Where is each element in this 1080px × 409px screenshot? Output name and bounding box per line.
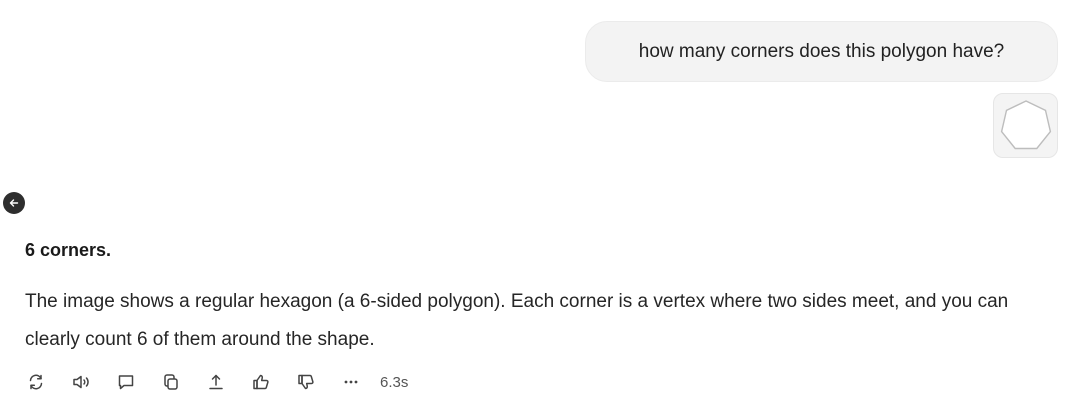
thumbs-up-button[interactable] — [247, 368, 275, 396]
image-attachment-thumbnail[interactable] — [993, 93, 1058, 158]
answer-title: 6 corners. — [25, 240, 112, 260]
heptagon-image — [1000, 99, 1051, 149]
response-toolbar: 6.3s — [22, 368, 408, 396]
share-icon — [209, 374, 223, 390]
read-aloud-button[interactable] — [67, 368, 95, 396]
thumbs-down-button[interactable] — [292, 368, 320, 396]
more-icon — [344, 380, 358, 384]
copy-button[interactable] — [157, 368, 185, 396]
chat-page: how many corners does this polygon have?… — [0, 0, 1080, 409]
arrow-left-icon — [9, 199, 19, 207]
user-message-bubble: how many corners does this polygon have? — [585, 21, 1058, 82]
comment-button[interactable] — [112, 368, 140, 396]
copy-icon — [164, 374, 178, 390]
response-time: 6.3s — [380, 373, 409, 391]
share-button[interactable] — [202, 368, 230, 396]
thumbs-down-icon — [298, 374, 314, 390]
regenerate-icon — [29, 374, 43, 390]
back-arrow-button[interactable] — [3, 192, 25, 214]
regenerate-button[interactable] — [22, 368, 50, 396]
comment-icon — [118, 375, 134, 390]
thumbs-up-icon — [253, 374, 269, 390]
answer-body: The image shows a regular hexagon (a 6-s… — [25, 291, 1009, 350]
speaker-icon — [73, 375, 89, 389]
user-message-text: how many corners does this polygon have? — [638, 40, 1005, 62]
more-options-button[interactable] — [337, 368, 365, 396]
